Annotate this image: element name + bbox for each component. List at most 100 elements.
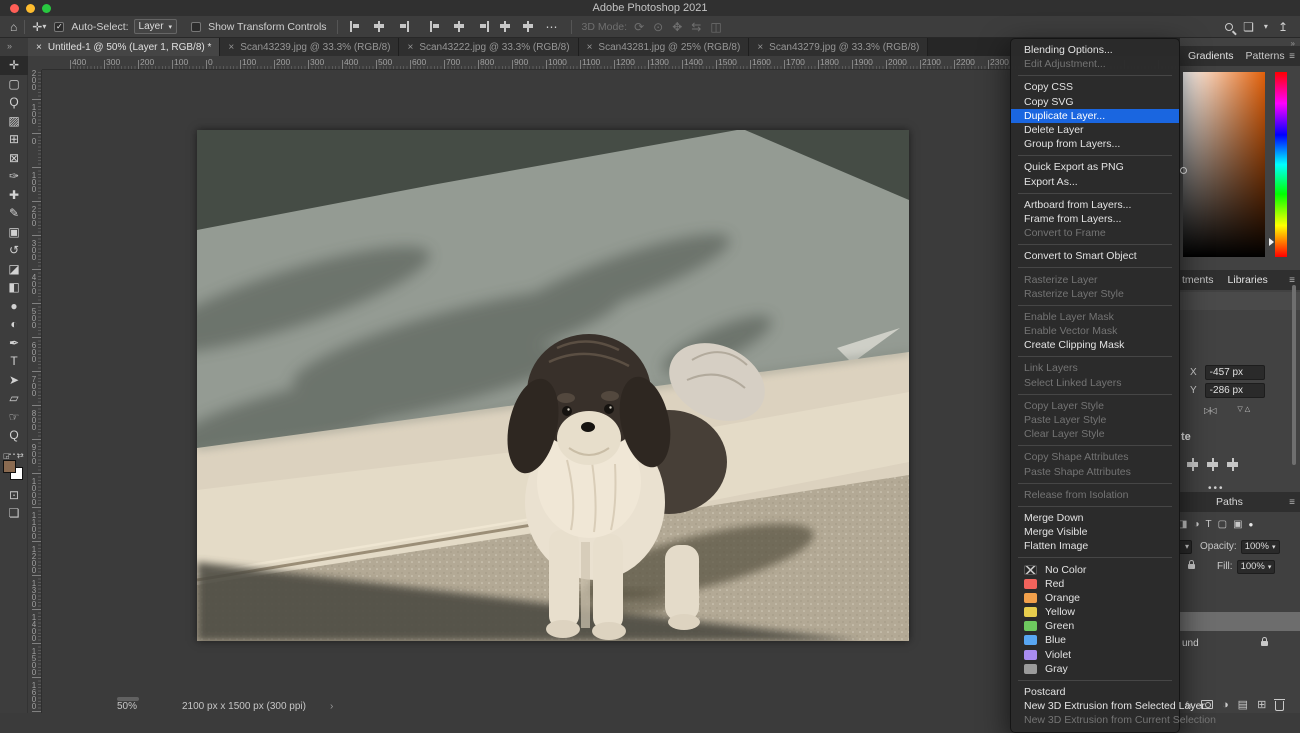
menu-item-export-as[interactable]: Export As... [1011, 175, 1179, 189]
align-bottom-edges-icon[interactable] [476, 21, 489, 32]
tab-patterns[interactable]: Patterns [1246, 50, 1285, 62]
tab-paths[interactable]: Paths [1216, 496, 1243, 508]
document-tab[interactable]: ×Scan43239.jpg @ 33.3% (RGB/8) [220, 38, 399, 56]
menu-item-orange[interactable]: Orange [1011, 591, 1179, 605]
chevron-down-icon[interactable]: ▾ [42, 23, 46, 31]
distribute-left-icon[interactable] [1187, 458, 1198, 471]
path-selection-tool[interactable]: ➤ [0, 371, 28, 390]
menu-item-no-color[interactable]: No Color [1011, 562, 1179, 576]
search-icon[interactable] [1225, 23, 1233, 31]
filter-shape-layers-icon[interactable]: ▢ [1218, 519, 1227, 530]
new-layer-icon[interactable]: ⊞ [1257, 698, 1266, 711]
filter-type-layers-icon[interactable]: T [1206, 519, 1212, 530]
home-icon[interactable]: ⌂ [10, 21, 17, 33]
auto-select-checkbox[interactable]: ✓ [54, 22, 64, 32]
lock-all-icon[interactable] [1188, 564, 1195, 569]
panel-scrollbar-thumb[interactable] [1292, 285, 1296, 465]
menu-item-copy-css[interactable]: Copy CSS [1011, 80, 1179, 94]
document-tab[interactable]: ×Scan43222.jpg @ 33.3% (RGB/8) [399, 38, 578, 56]
menu-item-violet[interactable]: Violet [1011, 648, 1179, 662]
document-tab[interactable]: ×Untitled-1 @ 50% (Layer 1, RGB/8) * [28, 38, 220, 56]
menu-item-quick-export-as-png[interactable]: Quick Export as PNG [1011, 160, 1179, 174]
status-chevron-icon[interactable]: › [330, 701, 333, 712]
lasso-tool[interactable]: Ϙ [0, 93, 28, 112]
menu-item-frame-from-layers[interactable]: Frame from Layers... [1011, 212, 1179, 226]
show-transform-checkbox[interactable] [191, 22, 201, 32]
close-icon[interactable]: × [587, 42, 593, 53]
chevron-down-icon[interactable]: ▾ [1264, 23, 1268, 31]
distribute-horizontally-icon[interactable] [499, 21, 512, 32]
eyedropper-tool[interactable]: ✑ [0, 167, 28, 186]
align-horizontal-centers-icon[interactable] [373, 21, 386, 32]
hue-slider-marker-icon[interactable] [1269, 238, 1278, 246]
flip-horizontal-icon[interactable]: ▷|◁ [1204, 406, 1215, 415]
opacity-dropdown[interactable]: 100% ▾ [1241, 540, 1280, 554]
type-tool[interactable]: T [0, 352, 28, 371]
new-adjustment-layer-icon[interactable]: ◑ [1222, 699, 1229, 711]
document-tab[interactable]: ×Scan43279.jpg @ 33.3% (RGB/8) [749, 38, 928, 56]
align-right-edges-icon[interactable] [396, 21, 409, 32]
swap-colors-icon[interactable]: ⇄ [17, 451, 24, 460]
vertical-ruler[interactable]: 2 0 01 0 001 0 02 0 03 0 04 0 05 0 06 0 … [28, 70, 42, 713]
hand-tool[interactable]: ☞ [0, 408, 28, 427]
panel-menu-icon[interactable]: ≡ [1289, 275, 1295, 286]
color-sample-marker[interactable] [1180, 167, 1187, 174]
menu-item-merge-down[interactable]: Merge Down [1011, 511, 1179, 525]
quick-mask-mode-icon[interactable]: ⊡ [0, 488, 28, 502]
healing-brush-tool[interactable]: ✚ [0, 186, 28, 205]
menu-item-gray[interactable]: Gray [1011, 662, 1179, 676]
pen-tool[interactable]: ✒ [0, 334, 28, 353]
shape-tool[interactable]: ▱ [0, 389, 28, 408]
screen-mode-icon[interactable]: ❏ [0, 506, 28, 520]
clone-stamp-tool[interactable]: ▣ [0, 223, 28, 242]
filter-smart-objects-icon[interactable]: ▣ [1233, 519, 1242, 530]
object-selection-tool[interactable]: ▨ [0, 112, 28, 131]
align-left-edges-icon[interactable] [350, 21, 363, 32]
brush-tool[interactable]: ✎ [0, 204, 28, 223]
close-icon[interactable]: × [757, 42, 763, 53]
menu-item-green[interactable]: Green [1011, 619, 1179, 633]
menu-item-artboard-from-layers[interactable]: Artboard from Layers... [1011, 198, 1179, 212]
zoom-tool[interactable]: Q [0, 426, 28, 445]
new-group-icon[interactable]: ▤ [1238, 698, 1248, 711]
crop-tool[interactable]: ⊞ [0, 130, 28, 149]
blur-tool[interactable]: ● [0, 297, 28, 316]
close-icon[interactable]: × [407, 42, 413, 53]
workspace-switcher-icon[interactable]: ❏ [1243, 21, 1254, 33]
saturation-brightness-field[interactable] [1183, 72, 1265, 257]
distribute-vertically-icon[interactable] [522, 21, 535, 32]
share-icon[interactable]: ↥ [1278, 21, 1288, 33]
dodge-tool[interactable]: ◐ [0, 315, 28, 334]
align-top-edges-icon[interactable] [430, 21, 443, 32]
menu-item-duplicate-layer[interactable]: Duplicate Layer... [1011, 109, 1179, 123]
default-colors-icon[interactable]: ◲ [3, 452, 10, 460]
close-icon[interactable]: × [36, 42, 42, 53]
y-coordinate-field[interactable]: -286 px [1205, 383, 1265, 398]
tab-adjustments-fragment[interactable]: tments [1182, 274, 1214, 286]
collapse-panels-chevron-icon[interactable]: » [1291, 39, 1295, 48]
more-options-ellipsis-icon[interactable]: ⋯ [546, 21, 558, 33]
delete-layer-trash-icon[interactable] [1275, 701, 1284, 711]
status-zoom-level[interactable]: 50% [117, 701, 137, 712]
menu-item-blending-options[interactable]: Blending Options... [1011, 43, 1179, 57]
menu-item-new-3d-extrusion-from-selected-layer[interactable]: New 3D Extrusion from Selected Layer [1011, 699, 1179, 713]
menu-item-merge-visible[interactable]: Merge Visible [1011, 525, 1179, 539]
hue-slider[interactable] [1275, 72, 1287, 257]
menu-item-postcard[interactable]: Postcard [1011, 685, 1179, 699]
menu-item-yellow[interactable]: Yellow [1011, 605, 1179, 619]
selected-layer-row[interactable] [1180, 612, 1300, 631]
distribute-right-icon[interactable] [1227, 458, 1238, 471]
eraser-tool[interactable]: ◪ [0, 260, 28, 279]
menu-item-copy-svg[interactable]: Copy SVG [1011, 95, 1179, 109]
filter-adjustment-layers-icon[interactable]: ◑ [1193, 519, 1199, 530]
x-coordinate-field[interactable]: -457 px [1205, 365, 1265, 380]
menu-item-group-from-layers[interactable]: Group from Layers... [1011, 137, 1179, 151]
menu-item-delete-layer[interactable]: Delete Layer [1011, 123, 1179, 137]
canvas-image-dog-photo[interactable] [197, 130, 909, 641]
history-brush-tool[interactable]: ↺ [0, 241, 28, 260]
align-vertical-centers-icon[interactable] [453, 21, 466, 32]
menu-item-convert-to-smart-object[interactable]: Convert to Smart Object [1011, 249, 1179, 263]
tab-libraries[interactable]: Libraries [1228, 274, 1268, 286]
close-icon[interactable]: × [228, 42, 234, 53]
fill-dropdown[interactable]: 100% ▾ [1237, 560, 1276, 574]
